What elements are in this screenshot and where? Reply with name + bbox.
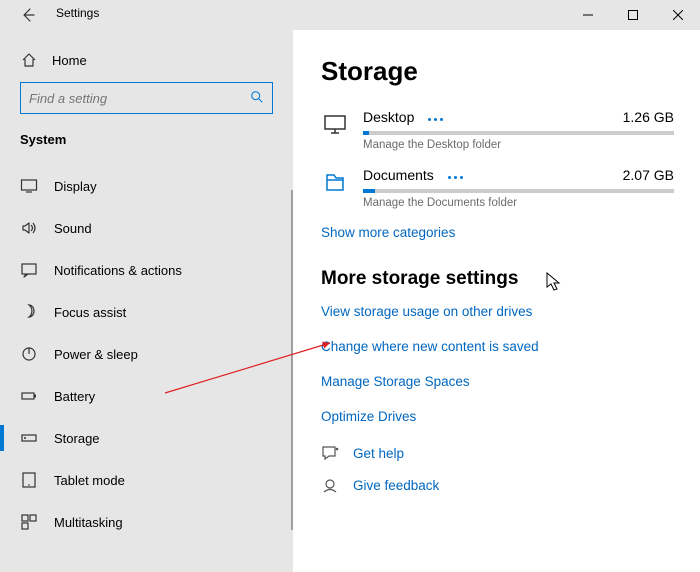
back-button[interactable] — [14, 5, 42, 25]
sidebar-item-power-sleep[interactable]: Power & sleep — [20, 333, 273, 375]
home-label: Home — [52, 53, 87, 68]
window-title: Settings — [56, 6, 99, 20]
storage-item-name: Documents — [363, 167, 434, 183]
storage-row-desktop[interactable]: Desktop 1.26 GB Manage the Desktop folde… — [321, 109, 674, 151]
home-icon — [20, 52, 38, 68]
tablet-icon — [20, 471, 38, 489]
get-help-link[interactable]: Get help — [321, 444, 674, 462]
sidebar-item-label: Storage — [54, 431, 100, 446]
feedback-icon — [321, 476, 339, 494]
sidebar-item-tablet-mode[interactable]: Tablet mode — [20, 459, 273, 501]
storage-usage-bar — [363, 189, 674, 193]
sidebar-item-label: Battery — [54, 389, 95, 404]
sidebar-item-label: Notifications & actions — [54, 263, 182, 278]
loading-icon — [448, 176, 463, 179]
page-title: Storage — [321, 56, 674, 87]
power-icon — [20, 345, 38, 363]
view-storage-other-drives-link[interactable]: View storage usage on other drives — [321, 304, 674, 319]
show-more-categories-link[interactable]: Show more categories — [321, 225, 674, 240]
storage-item-sub: Manage the Documents folder — [363, 197, 674, 209]
sidebar: Home System Display Soun — [0, 30, 293, 572]
desktop-icon — [321, 109, 349, 137]
sidebar-item-battery[interactable]: Battery — [20, 375, 273, 417]
documents-icon — [321, 167, 349, 195]
get-help-icon — [321, 444, 339, 462]
sidebar-item-label: Sound — [54, 221, 92, 236]
maximize-icon — [628, 10, 638, 20]
storage-item-size: 2.07 GB — [623, 167, 674, 183]
sidebar-item-label: Focus assist — [54, 305, 126, 320]
notifications-icon — [20, 261, 38, 279]
get-help-label: Get help — [353, 446, 404, 461]
storage-icon — [20, 429, 38, 447]
sidebar-item-multitasking[interactable]: Multitasking — [20, 501, 273, 543]
minimize-button[interactable] — [565, 0, 610, 30]
sidebar-group-header: System — [20, 132, 273, 159]
loading-icon — [428, 118, 443, 121]
titlebar: Settings — [0, 0, 700, 30]
close-icon — [673, 10, 683, 20]
focus-assist-icon — [20, 303, 38, 321]
storage-row-documents[interactable]: Documents 2.07 GB Manage the Documents f… — [321, 167, 674, 209]
sidebar-item-notifications[interactable]: Notifications & actions — [20, 249, 273, 291]
search-input[interactable] — [29, 91, 250, 106]
main-content: Storage Desktop 1.26 GB Manage the Deskt… — [293, 30, 700, 572]
sidebar-item-label: Power & sleep — [54, 347, 138, 362]
multitasking-icon — [20, 513, 38, 531]
storage-item-size: 1.26 GB — [623, 109, 674, 125]
feedback-label: Give feedback — [353, 478, 439, 493]
battery-icon — [20, 387, 38, 405]
close-button[interactable] — [655, 0, 700, 30]
change-where-content-saved-link[interactable]: Change where new content is saved — [321, 339, 674, 354]
search-icon — [250, 90, 264, 107]
optimize-drives-link[interactable]: Optimize Drives — [321, 409, 674, 424]
sidebar-item-storage[interactable]: Storage — [20, 417, 273, 459]
minimize-icon — [583, 10, 593, 20]
sidebar-item-label: Tablet mode — [54, 473, 125, 488]
sidebar-item-focus-assist[interactable]: Focus assist — [20, 291, 273, 333]
storage-usage-bar — [363, 131, 674, 135]
sidebar-item-label: Display — [54, 179, 97, 194]
manage-storage-spaces-link[interactable]: Manage Storage Spaces — [321, 374, 674, 389]
back-arrow-icon — [20, 7, 36, 23]
storage-item-sub: Manage the Desktop folder — [363, 139, 674, 151]
give-feedback-link[interactable]: Give feedback — [321, 476, 674, 494]
sidebar-item-home[interactable]: Home — [20, 44, 273, 82]
more-storage-heading: More storage settings — [321, 268, 674, 290]
sound-icon — [20, 219, 38, 237]
storage-item-name: Desktop — [363, 109, 414, 125]
display-icon — [20, 177, 38, 195]
maximize-button[interactable] — [610, 0, 655, 30]
sidebar-item-sound[interactable]: Sound — [20, 207, 273, 249]
sidebar-item-label: Multitasking — [54, 515, 123, 530]
search-input-container[interactable] — [20, 82, 273, 114]
sidebar-item-display[interactable]: Display — [20, 165, 273, 207]
